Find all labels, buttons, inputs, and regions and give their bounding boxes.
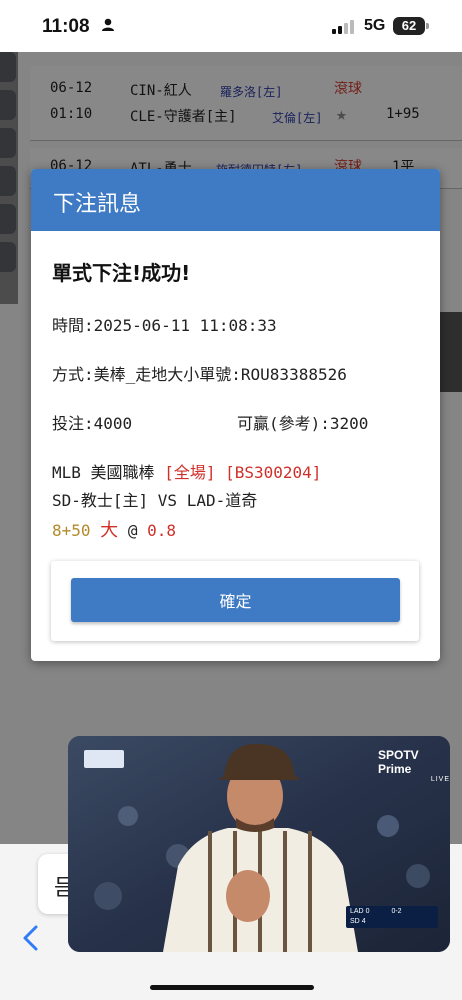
dialog-footer: 確定 xyxy=(51,561,419,641)
odds: 0.8 xyxy=(147,521,176,540)
home-indicator[interactable] xyxy=(150,985,314,990)
bet-potential-win: 可贏(參考):3200 xyxy=(237,414,369,433)
person-icon xyxy=(102,18,114,31)
home-runs: 4 xyxy=(361,918,366,925)
broadcaster-badge xyxy=(84,750,124,768)
handicap: 8+50 xyxy=(52,521,91,540)
battery-level: 62 xyxy=(401,18,417,33)
dialog-header: 下注訊息 xyxy=(31,169,440,231)
confirm-button[interactable]: 確定 xyxy=(71,578,400,622)
away-team: LAD xyxy=(350,908,364,915)
back-arrow-icon[interactable] xyxy=(20,924,42,952)
home-team: SD xyxy=(350,918,360,925)
channel-logo: SPOTV Prime LIVE xyxy=(378,748,450,783)
pitch-count: 0-2 xyxy=(391,908,402,915)
score-away: LAD 0 0-2 xyxy=(350,908,402,915)
pick: 大 xyxy=(100,520,119,541)
status-time: 11:08 xyxy=(42,16,90,37)
away-runs: 0 xyxy=(365,908,370,915)
selection-line: 8+50 大 @ 0.8 xyxy=(52,516,176,542)
dialog-title: 下注訊息 xyxy=(53,192,142,217)
score-home: SD 4 xyxy=(350,918,366,925)
status-bar: 11:08 5G 62 xyxy=(0,0,462,52)
battery-tip xyxy=(426,23,429,29)
battery-icon: 62 xyxy=(393,17,425,35)
bet-method: 方式:美棒_走地大小單號:ROU83388526 xyxy=(52,365,347,384)
bet-scope: [全場] xyxy=(164,463,216,482)
channel-name: SPOTV Prime xyxy=(378,748,419,776)
scoreboard: LAD 0 0-2 SD 4 xyxy=(346,906,438,928)
bet-time: 時間:2025-06-11 11:08:33 xyxy=(52,316,277,335)
league-name: MLB 美國職棒 xyxy=(52,463,155,482)
league-line: MLB 美國職棒 [全場] [BS300204] xyxy=(52,459,321,483)
network-type: 5G xyxy=(364,17,386,34)
at-sign: @ xyxy=(127,521,138,540)
pip-video[interactable]: SPOTV Prime LIVE LAD 0 0-2 SD 4 xyxy=(68,736,450,952)
signal-icon xyxy=(332,20,354,34)
bet-stake: 投注:4000 xyxy=(52,414,133,433)
bet-info-dialog: 下注訊息 單式下注!成功! 時間:2025-06-11 11:08:33 方式:… xyxy=(31,169,440,661)
bet-code: [BS300204] xyxy=(225,463,322,482)
channel-live: LIVE xyxy=(430,776,450,783)
success-message: 單式下注!成功! xyxy=(52,261,191,285)
matchup: SD-教士[主] VS LAD-道奇 xyxy=(52,491,258,510)
